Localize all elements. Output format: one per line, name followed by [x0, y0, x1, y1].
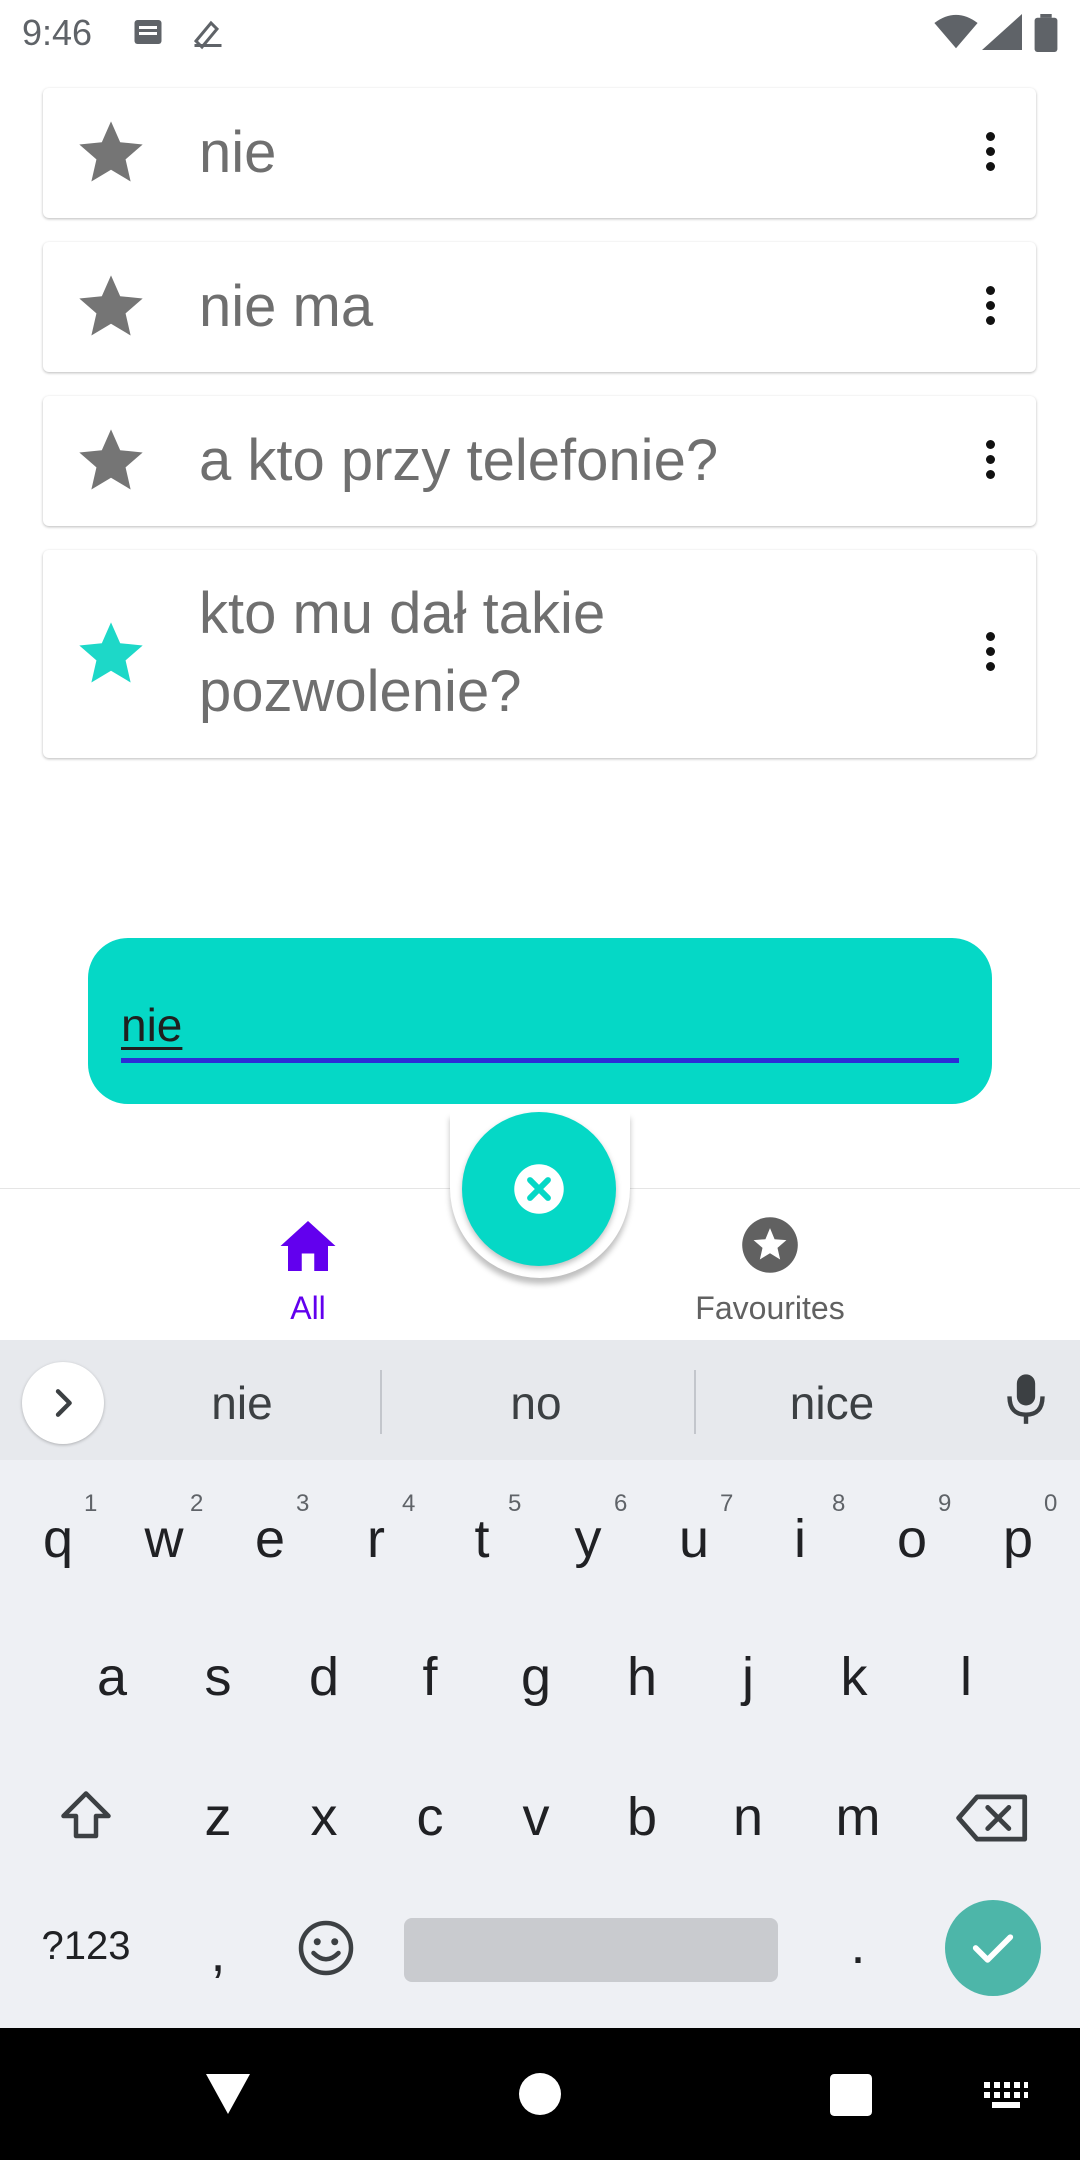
more-vert-icon[interactable]	[980, 440, 1000, 484]
space-bar[interactable]	[404, 1918, 778, 1982]
system-nav-bar	[0, 2028, 1080, 2160]
star-icon[interactable]	[73, 423, 149, 499]
key-hint: 4	[402, 1490, 416, 1517]
edit-icon	[190, 14, 226, 55]
suggestion-bar: nie no nice	[0, 1340, 1080, 1460]
more-vert-icon[interactable]	[980, 632, 1000, 676]
key-g[interactable]: g	[486, 1646, 586, 1708]
phrase-text: kto mu dał takie pozwolenie?	[199, 581, 606, 724]
key-hint: 7	[720, 1490, 734, 1517]
clear-search-button[interactable]	[462, 1112, 616, 1266]
keyboard-switch-icon[interactable]	[982, 2080, 1030, 2112]
key-h[interactable]: h	[592, 1646, 692, 1708]
battery-icon	[1034, 14, 1058, 57]
suggestion-divider	[380, 1370, 382, 1434]
key-hint: 6	[614, 1490, 628, 1517]
keyboard: nie no nice q w e r t y u i o p 1 2 3 4 …	[0, 1340, 1080, 2028]
key-x[interactable]: x	[274, 1786, 374, 1848]
star-filled-icon[interactable]	[73, 616, 149, 692]
nav-favourites[interactable]: Favourites	[620, 1208, 920, 1328]
key-b[interactable]: b	[592, 1786, 692, 1848]
key-k[interactable]: k	[804, 1646, 904, 1708]
key-f[interactable]: f	[380, 1646, 480, 1708]
close-circle-icon	[514, 1164, 564, 1214]
microphone-icon[interactable]	[1004, 1372, 1048, 1428]
search-underline	[121, 1058, 959, 1063]
search-box[interactable]: nie	[88, 938, 992, 1104]
backspace-icon[interactable]	[956, 1790, 1030, 1846]
nav-favourites-label: Favourites	[695, 1290, 845, 1326]
suggestion-item[interactable]: no	[386, 1376, 686, 1430]
home-icon	[280, 1221, 336, 1271]
phrase-text: nie	[199, 120, 277, 185]
star-icon[interactable]	[73, 115, 149, 191]
key-symbols[interactable]: ?123	[24, 1924, 148, 1969]
phrase-card[interactable]: kto mu dał takie pozwolenie?	[43, 550, 1036, 758]
phrase-text: a kto przy telefonie?	[199, 428, 719, 493]
star-circle-icon	[742, 1217, 798, 1273]
key-z[interactable]: z	[168, 1786, 268, 1848]
key-j[interactable]: j	[698, 1646, 798, 1708]
back-icon[interactable]	[204, 2072, 252, 2116]
key-hint: 9	[938, 1490, 952, 1517]
key-d[interactable]: d	[274, 1646, 374, 1708]
recents-icon[interactable]	[830, 2074, 872, 2116]
key-hint: 3	[296, 1490, 310, 1517]
key-comma[interactable]: ,	[168, 1922, 268, 1984]
status-bar: 9:46	[0, 0, 1080, 66]
key-period[interactable]: .	[808, 1914, 908, 1976]
chevron-right-icon	[55, 1389, 72, 1417]
key-s[interactable]: s	[168, 1646, 268, 1708]
shift-icon[interactable]	[54, 1786, 118, 1846]
key-hint: 8	[832, 1490, 846, 1517]
notification-icon	[130, 14, 166, 55]
wifi-icon	[934, 14, 978, 55]
key-hint: 5	[508, 1490, 522, 1517]
phrase-card[interactable]: nie ma	[43, 242, 1036, 372]
signal-icon	[982, 14, 1022, 55]
home-button-icon[interactable]	[518, 2072, 562, 2116]
enter-button[interactable]	[945, 1900, 1041, 1996]
key-hint: 1	[84, 1490, 98, 1517]
key-a[interactable]: a	[62, 1646, 162, 1708]
suggestion-item[interactable]: nice	[682, 1376, 982, 1430]
more-vert-icon[interactable]	[980, 286, 1000, 330]
nav-all-label: All	[290, 1290, 326, 1326]
search-input[interactable]: nie	[121, 998, 182, 1052]
key-hint: 0	[1044, 1490, 1058, 1517]
key-hint: 2	[190, 1490, 204, 1517]
phrase-text: nie ma	[199, 274, 374, 339]
key-n[interactable]: n	[698, 1786, 798, 1848]
emoji-icon[interactable]	[296, 1918, 356, 1978]
key-m[interactable]: m	[808, 1786, 908, 1848]
phrase-card[interactable]: nie	[43, 88, 1036, 218]
check-icon	[972, 1934, 1014, 1963]
key-c[interactable]: c	[380, 1786, 480, 1848]
key-l[interactable]: l	[916, 1646, 1016, 1708]
status-time: 9:46	[22, 12, 93, 53]
star-icon[interactable]	[73, 269, 149, 345]
nav-all[interactable]: All	[158, 1208, 458, 1328]
suggestion-item[interactable]: nie	[92, 1376, 392, 1430]
more-vert-icon[interactable]	[980, 132, 1000, 176]
phrase-card[interactable]: a kto przy telefonie?	[43, 396, 1036, 526]
key-v[interactable]: v	[486, 1786, 586, 1848]
